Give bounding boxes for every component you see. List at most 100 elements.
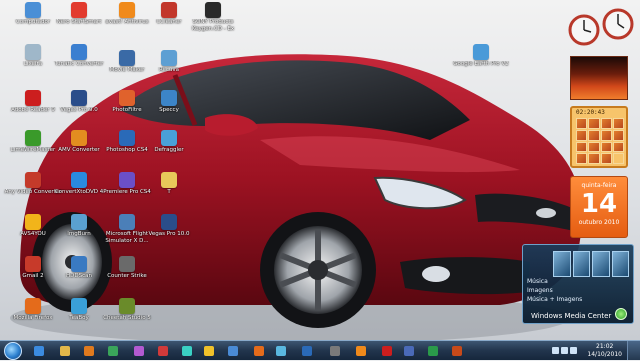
slideshow-gadget[interactable] — [570, 56, 628, 100]
taskbar-clock[interactable]: 21:02 14/10/2010 — [587, 343, 622, 359]
app-icon — [71, 44, 87, 60]
desktop-icon-label: T — [167, 189, 171, 195]
desktop: Computador Nero StartSmart avast! Antiviru… — [0, 0, 640, 340]
puzzle-timer: 02:20:43 — [576, 109, 605, 116]
photoshop-icon — [302, 346, 312, 356]
app-icon — [25, 130, 41, 146]
taskbar-button[interactable] — [154, 343, 172, 359]
desktop-icon-label: Google Earth Pro V2 — [453, 61, 509, 67]
app-icon — [473, 44, 489, 60]
calendar-day: 14 — [580, 189, 618, 219]
taskbar-button[interactable] — [130, 343, 148, 359]
taskbar-button[interactable] — [326, 343, 344, 359]
app-icon — [119, 298, 135, 314]
app-icon — [25, 214, 41, 230]
taskbar-button[interactable] — [424, 343, 442, 359]
start-button[interactable] — [4, 342, 22, 360]
taskbar-button[interactable] — [448, 343, 466, 359]
clock-date: 14/10/2010 — [587, 351, 622, 358]
desktop-icon[interactable]: T — [138, 172, 200, 208]
app-icon-5 — [228, 346, 238, 356]
media-player-icon — [84, 346, 94, 356]
app-icon — [71, 90, 87, 106]
app-icon-3 — [182, 346, 192, 356]
taskbar-button[interactable] — [250, 343, 268, 359]
media-center-brand: Windows Media Center — [531, 312, 612, 320]
tray-arrow-icon[interactable] — [552, 347, 559, 354]
app-icon — [205, 2, 221, 18]
menu-item-images[interactable]: Imagens — [527, 286, 582, 295]
taskbar-button[interactable] — [224, 343, 242, 359]
media-center-logo-icon[interactable] — [615, 308, 627, 320]
app-icon — [71, 130, 87, 146]
menu-item-music[interactable]: Música — [527, 277, 582, 286]
desktop-icon[interactable]: SONY Products Keygen.CD - Ex — [182, 2, 244, 38]
app-icon-6 — [276, 346, 286, 356]
ie-icon — [34, 346, 44, 356]
volume-icon[interactable] — [570, 347, 577, 354]
app-icon — [25, 90, 41, 106]
app-icon — [119, 172, 135, 188]
desktop-icon-label: SONY Products Keygen.CD - Ex — [191, 19, 235, 32]
clock-gadget[interactable] — [566, 6, 636, 50]
desktop-icon-label: Cheetah Studio 5 — [103, 315, 151, 321]
acrobat-icon — [382, 346, 392, 356]
taskbar-button[interactable] — [56, 343, 74, 359]
taskbar-button[interactable] — [352, 343, 370, 359]
desktop-icon-label: Vegas Pro 10.0 — [148, 231, 190, 237]
desktop-icon[interactable]: Counter Strike — [96, 256, 158, 292]
app-icon-2 — [158, 346, 168, 356]
app-icon — [71, 298, 87, 314]
app-icon — [71, 2, 87, 18]
media-center-gadget[interactable]: Música Imagens Música + Imagens Windows … — [522, 244, 634, 324]
app-icon-1 — [134, 346, 144, 356]
taskbar-button[interactable] — [298, 343, 316, 359]
desktop-icon[interactable]: Recuva — [138, 50, 200, 86]
app-icon — [25, 44, 41, 60]
app-icon-8 — [404, 346, 414, 356]
taskbar-button[interactable] — [30, 343, 48, 359]
desktop-icon[interactable]: Speccy — [138, 90, 200, 126]
desktop-icon[interactable]: Defraggler — [138, 130, 200, 166]
app-icon — [161, 172, 177, 188]
app-icon — [119, 2, 135, 18]
app-icon — [71, 214, 87, 230]
picture-puzzle-gadget[interactable]: 02:20:43 — [570, 106, 628, 168]
app-icon — [119, 130, 135, 146]
taskbar-button[interactable] — [200, 343, 218, 359]
firefox-icon — [254, 346, 264, 356]
calendar-month-year: outubro 2010 — [578, 219, 620, 226]
desktop-icon-label: Counter Strike — [107, 273, 147, 279]
app-icon — [25, 2, 41, 18]
app-icon-7 — [330, 346, 340, 356]
app-icon — [71, 256, 87, 272]
app-icon — [25, 256, 41, 272]
app-icon — [71, 172, 87, 188]
desktop-icon[interactable]: Cheetah Studio 5 — [96, 298, 158, 334]
taskbar-button[interactable] — [178, 343, 196, 359]
app-icon — [25, 172, 41, 188]
taskbar-button[interactable] — [400, 343, 418, 359]
app-icon — [119, 214, 135, 230]
desktop-icon[interactable]: Vegas Pro 10.0 — [138, 214, 200, 250]
taskbar-button[interactable] — [80, 343, 98, 359]
media-tiles[interactable] — [553, 251, 629, 277]
network-icon[interactable] — [561, 347, 568, 354]
calendar-weekday: quinta-feira — [581, 182, 617, 189]
app-icon — [161, 214, 177, 230]
app-icon-9 — [428, 346, 438, 356]
menu-item-music-images[interactable]: Música + Imagens — [527, 295, 582, 304]
app-icon — [119, 90, 135, 106]
calendar-gadget[interactable]: quinta-feira 14 outubro 2010 — [570, 176, 628, 238]
desktop-icon[interactable]: Google Earth Pro V2 — [450, 44, 512, 80]
desktop-icon-label: Recuva — [158, 67, 180, 73]
taskbar-button[interactable] — [104, 343, 122, 359]
taskbar-button[interactable] — [272, 343, 290, 359]
media-center-menu: Música Imagens Música + Imagens — [527, 277, 582, 304]
taskbar-button[interactable] — [378, 343, 396, 359]
puzzle-grid[interactable] — [576, 118, 624, 164]
app-icon — [161, 130, 177, 146]
app-icon — [161, 2, 177, 18]
app-icon — [25, 298, 41, 314]
show-desktop-button[interactable] — [627, 341, 640, 360]
